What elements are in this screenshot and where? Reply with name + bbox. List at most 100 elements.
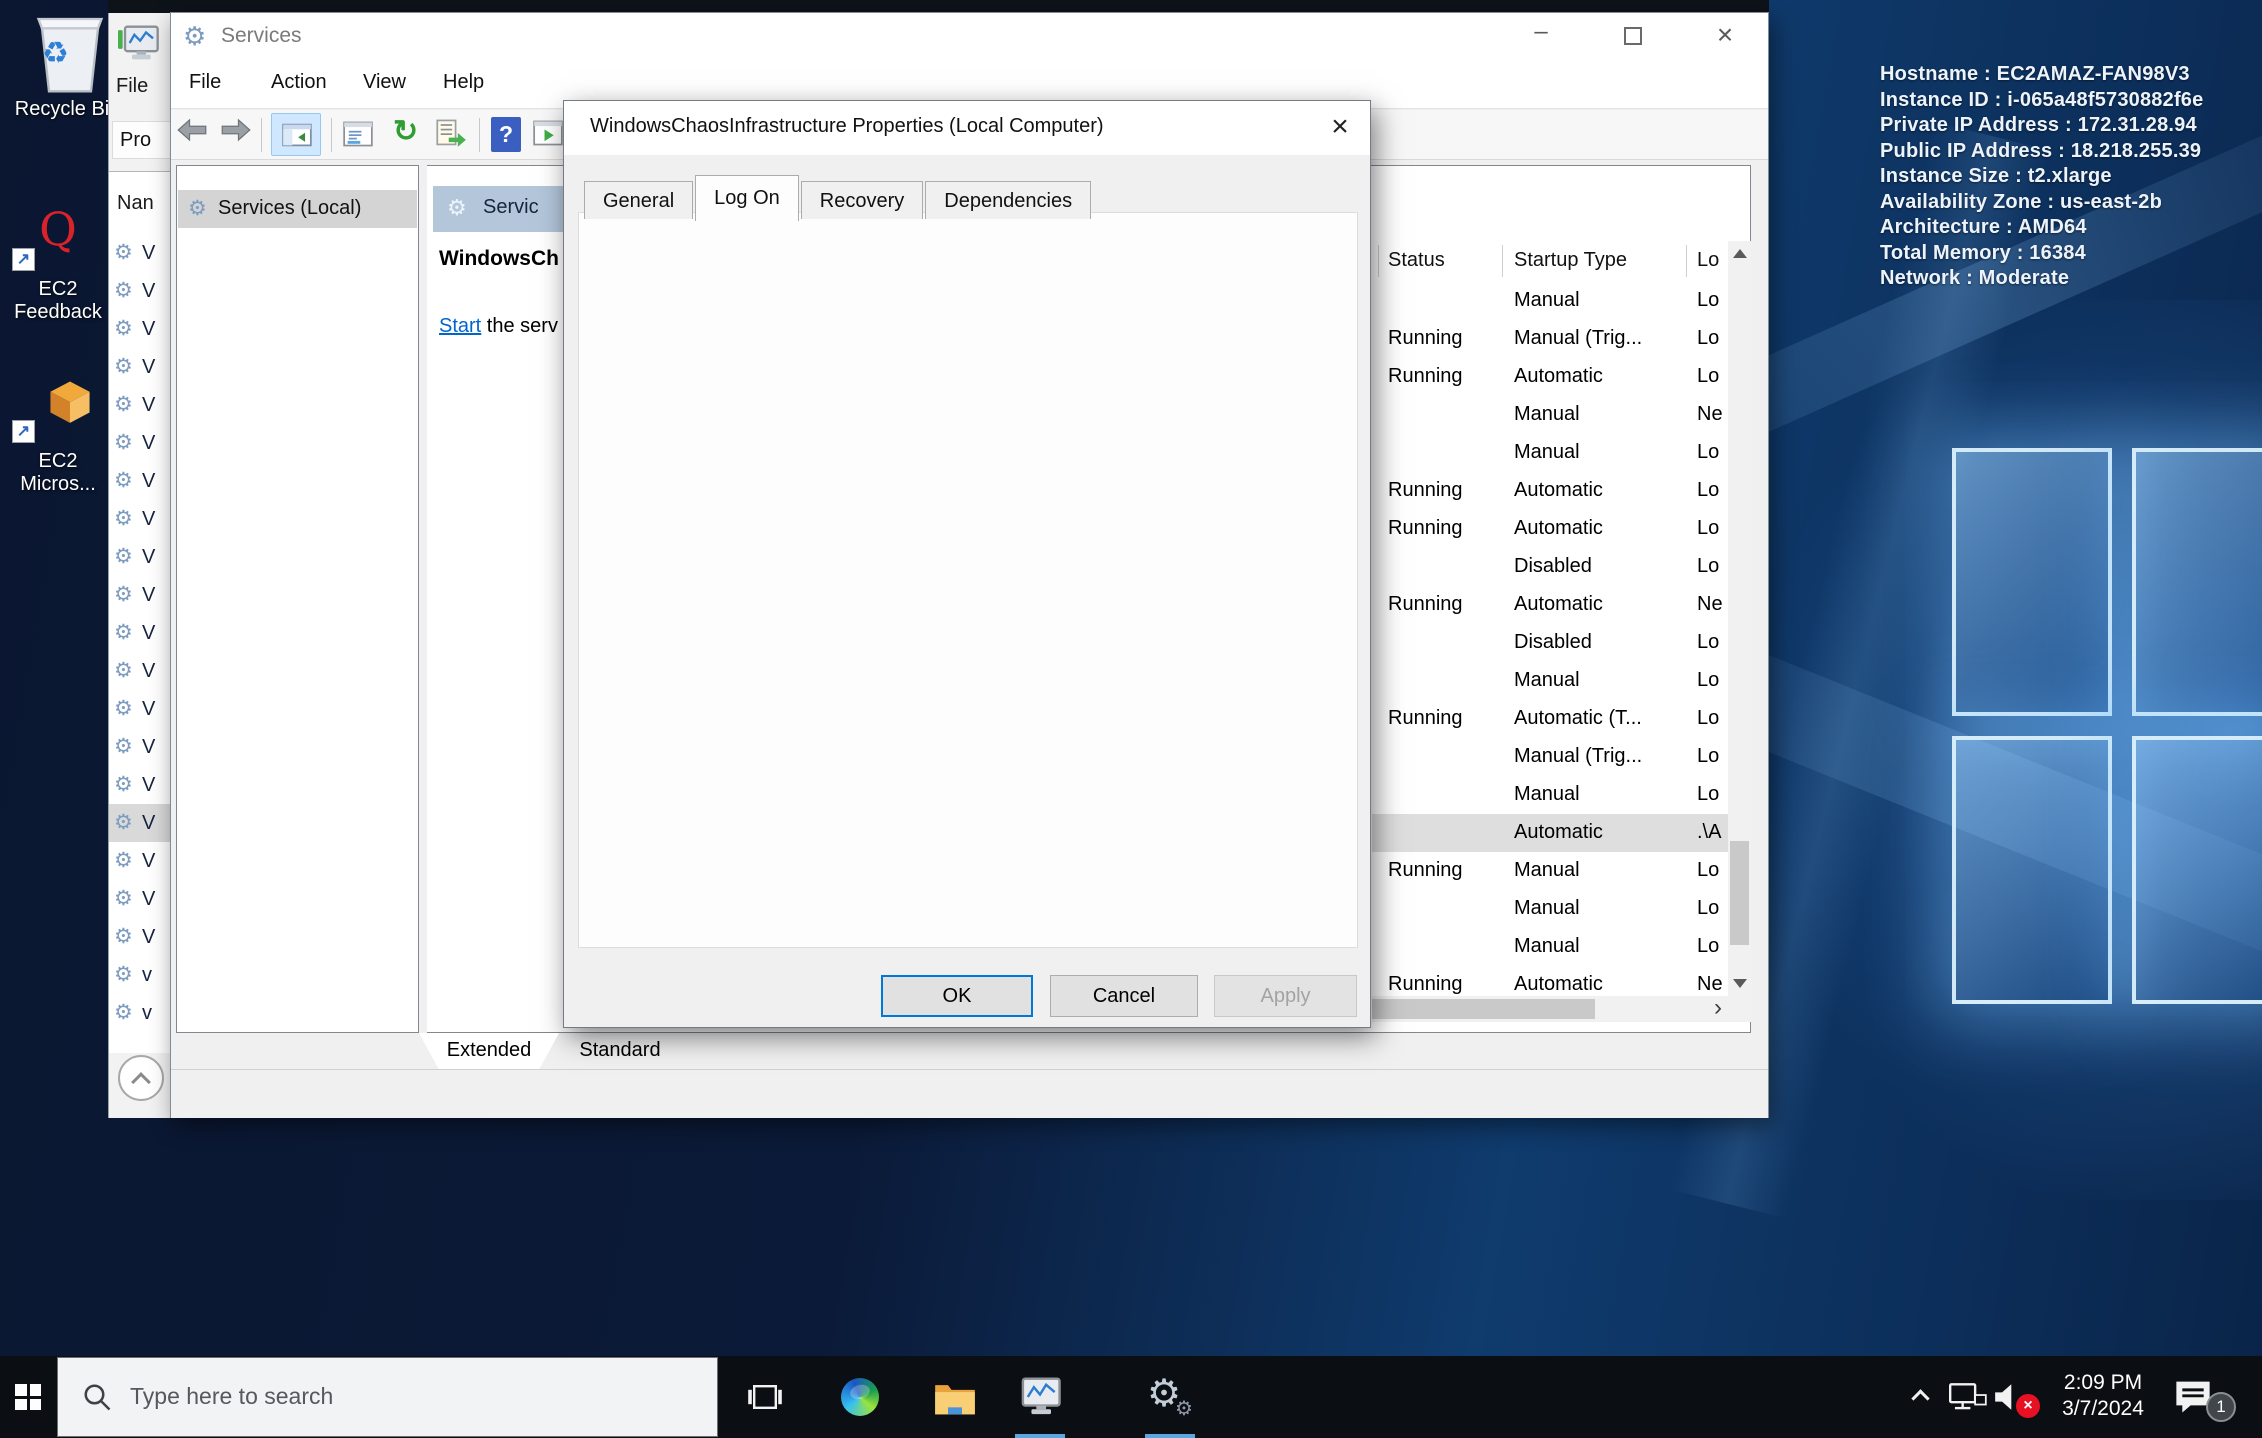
menu-file[interactable]: File [189, 71, 221, 94]
service-gear-icon: ⚙ [114, 279, 133, 303]
background-service-row[interactable]: ⚙V [109, 424, 170, 462]
horizontal-scrollbar[interactable]: › [1372, 996, 1728, 1022]
start-service-link[interactable]: Start [439, 315, 481, 337]
apply-button[interactable]: Apply [1214, 975, 1357, 1017]
background-service-row[interactable]: ⚙V [109, 614, 170, 652]
service-startup-type: Manual [1514, 859, 1580, 882]
tab-extended[interactable]: Extended [419, 1033, 559, 1069]
help-icon[interactable]: ? [491, 117, 521, 152]
service-row[interactable]: RunningManualLo [1372, 852, 1728, 890]
column-header-logon[interactable]: Lo [1697, 249, 1719, 272]
forward-icon[interactable] [221, 118, 251, 142]
service-row[interactable]: ManualLo [1372, 434, 1728, 472]
minimize-button[interactable]: – [1511, 13, 1571, 59]
column-header-startup-type[interactable]: Startup Type [1514, 249, 1627, 272]
background-service-row[interactable]: ⚙V [109, 652, 170, 690]
back-icon[interactable] [177, 118, 207, 142]
service-row[interactable]: ManualLo [1372, 928, 1728, 966]
background-service-row[interactable]: ⚙V [109, 500, 170, 538]
perfmon-taskbar-button[interactable] [1007, 1356, 1073, 1438]
dialog-close-icon[interactable]: × [1318, 107, 1362, 149]
service-row[interactable]: ManualLo [1372, 662, 1728, 700]
background-service-row[interactable]: ⚙V [109, 538, 170, 576]
dialog-tab-log-on[interactable]: Log On [695, 175, 799, 221]
desktop-icon-ec2-feedback[interactable]: Q ↗ EC2 Feedback [2, 206, 114, 324]
background-service-row[interactable]: ⚙V [109, 462, 170, 500]
taskbar-search[interactable]: Type here to search [57, 1357, 718, 1437]
service-row[interactable]: RunningAutomaticLo [1372, 510, 1728, 548]
scrollbar-thumb[interactable] [1730, 841, 1749, 945]
tab-standard[interactable]: Standard [557, 1033, 683, 1069]
scrollbar-thumb[interactable] [1372, 999, 1595, 1019]
background-service-row[interactable]: ⚙v [109, 956, 170, 994]
background-service-row[interactable]: ⚙V [109, 272, 170, 310]
service-row[interactable]: DisabledLo [1372, 624, 1728, 662]
scroll-down-icon[interactable] [1733, 979, 1747, 988]
maximize-button[interactable] [1603, 13, 1663, 59]
background-service-row[interactable]: ⚙V [109, 234, 170, 272]
file-explorer-button[interactable] [922, 1356, 988, 1438]
background-service-row[interactable]: ⚙V [109, 690, 170, 728]
services-taskbar-button[interactable]: ⚙ ⚙ [1137, 1356, 1203, 1438]
menu-view[interactable]: View [363, 71, 406, 94]
close-button[interactable]: × [1695, 13, 1755, 59]
background-service-row[interactable]: ⚙V [109, 310, 170, 348]
services-titlebar[interactable]: ⚙ Services – × [171, 13, 1768, 59]
background-service-row[interactable]: ⚙v [109, 994, 170, 1032]
menu-action[interactable]: Action [271, 71, 327, 94]
service-row[interactable]: RunningAutomaticNe [1372, 966, 1728, 996]
column-header-status[interactable]: Status [1388, 249, 1445, 272]
taskbar-clock[interactable]: 2:09 PM 3/7/2024 [2048, 1356, 2158, 1438]
service-row[interactable]: ManualLo [1372, 282, 1728, 320]
properties-icon[interactable] [343, 121, 373, 147]
media-window-icon[interactable] [533, 120, 563, 146]
desktop-icon-recycle-bin[interactable]: ♻ Recycle Bi [6, 12, 118, 121]
background-service-row[interactable]: ⚙V [109, 804, 170, 842]
service-row[interactable]: RunningManual (Trig...Lo [1372, 320, 1728, 358]
network-tray-icon[interactable] [1946, 1356, 1990, 1438]
collapse-chevron-button[interactable] [118, 1055, 164, 1101]
background-file-menu[interactable]: File [116, 75, 148, 98]
toggle-console-tree-button[interactable] [271, 113, 321, 156]
tray-overflow-chevron[interactable] [1904, 1356, 1940, 1438]
background-service-label: v [142, 964, 152, 987]
service-row[interactable]: RunningAutomaticLo [1372, 472, 1728, 510]
ok-button[interactable]: OK [881, 975, 1033, 1017]
scroll-right-icon[interactable]: › [1714, 994, 1722, 1022]
background-service-row[interactable]: ⚙V [109, 766, 170, 804]
cancel-button[interactable]: Cancel [1050, 975, 1198, 1017]
dialog-tab-recovery[interactable]: Recovery [801, 181, 923, 219]
action-center-button[interactable]: 1 [2172, 1356, 2242, 1438]
menu-help[interactable]: Help [443, 71, 484, 94]
dialog-tab-dependencies[interactable]: Dependencies [925, 181, 1091, 219]
service-row[interactable]: ManualLo [1372, 776, 1728, 814]
dialog-titlebar[interactable]: WindowsChaosInfrastructure Properties (L… [564, 101, 1370, 155]
start-button[interactable] [0, 1356, 56, 1438]
service-row[interactable]: ManualLo [1372, 890, 1728, 928]
scroll-up-icon[interactable] [1733, 249, 1747, 258]
service-row[interactable]: RunningAutomatic (T...Lo [1372, 700, 1728, 738]
service-row[interactable]: DisabledLo [1372, 548, 1728, 586]
refresh-icon[interactable]: ↻ [393, 114, 418, 149]
service-row[interactable]: RunningAutomaticLo [1372, 358, 1728, 396]
dialog-tab-general[interactable]: General [584, 181, 693, 219]
background-service-row[interactable]: ⚙V [109, 386, 170, 424]
service-row[interactable]: Manual (Trig...Lo [1372, 738, 1728, 776]
desktop-icon-ec2-microservice[interactable]: ↗ EC2 Micros... [2, 378, 114, 496]
background-service-row[interactable]: ⚙V [109, 842, 170, 880]
vertical-scrollbar[interactable] [1728, 241, 1751, 996]
service-row[interactable]: ManualNe [1372, 396, 1728, 434]
edge-browser-button[interactable] [827, 1356, 893, 1438]
volume-muted-tray-icon[interactable]: × [1992, 1356, 2044, 1438]
tree-item-services-local[interactable]: ⚙ Services (Local) [178, 190, 417, 228]
export-list-icon[interactable] [435, 119, 467, 147]
service-row[interactable]: RunningAutomaticNe [1372, 586, 1728, 624]
background-service-row[interactable]: ⚙V [109, 918, 170, 956]
background-toolbar-button[interactable]: Pro [112, 121, 170, 159]
background-service-row[interactable]: ⚙V [109, 880, 170, 918]
background-service-row[interactable]: ⚙V [109, 348, 170, 386]
background-service-row[interactable]: ⚙V [109, 728, 170, 766]
task-view-button[interactable] [732, 1356, 798, 1438]
service-row[interactable]: Automatic.\A [1372, 814, 1728, 852]
background-service-row[interactable]: ⚙V [109, 576, 170, 614]
